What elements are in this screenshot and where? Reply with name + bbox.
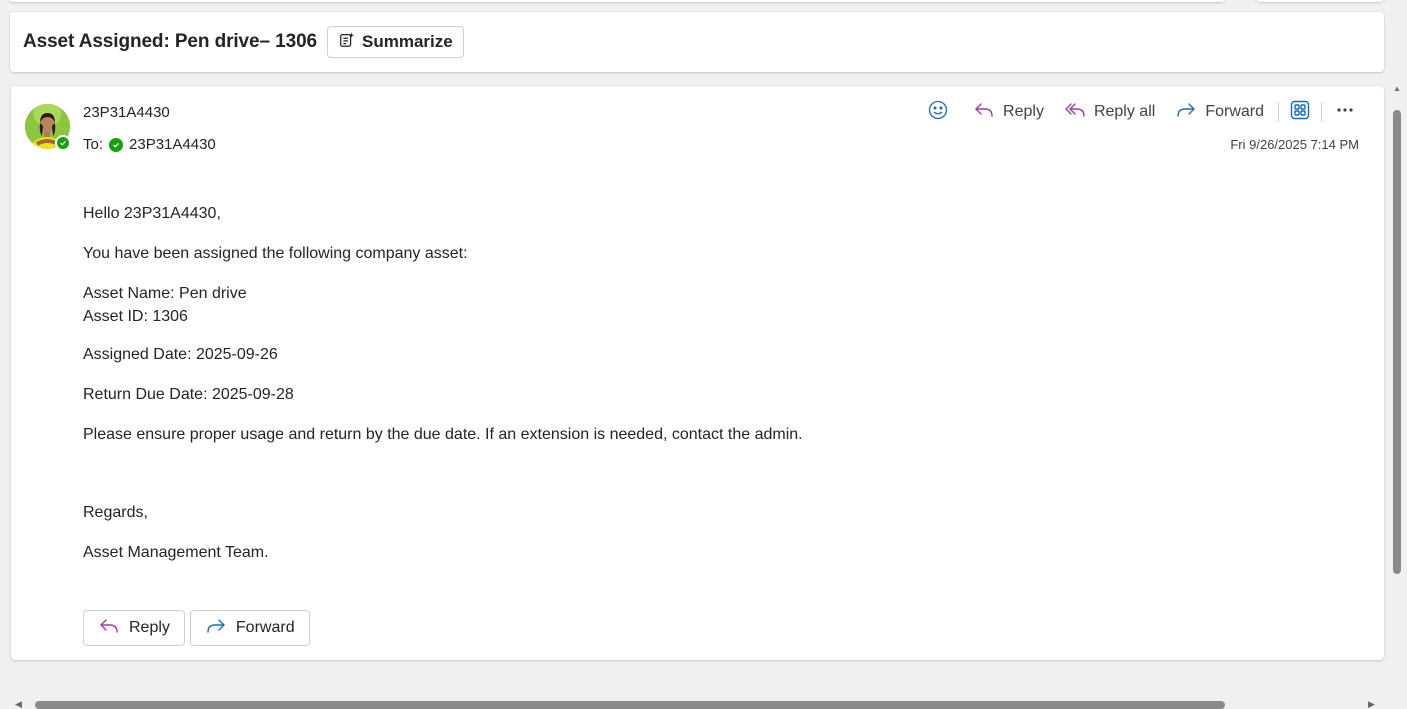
quick-reply-bar: Reply Forward: [83, 610, 310, 646]
toolbar-divider-2: [1321, 102, 1322, 122]
reply-all-label: Reply all: [1093, 103, 1156, 120]
body-signature: Asset Management Team.: [83, 544, 269, 561]
message-body: Hello 23P31A4430, You have been assigned…: [83, 202, 803, 581]
reply-all-icon: [1064, 99, 1086, 126]
subject-title: Asset Assigned: Pen drive– 1306: [23, 31, 317, 52]
reply-label: Reply: [1003, 103, 1044, 120]
body-intro: You have been assigned the following com…: [83, 245, 468, 262]
body-greeting: Hello 23P31A4430,: [83, 205, 221, 222]
bottom-forward-button[interactable]: Forward: [189, 610, 310, 646]
forward-icon: [205, 615, 227, 642]
to-label: To:: [83, 136, 104, 153]
apps-button[interactable]: [1285, 98, 1315, 126]
body-asset-details: Asset Name: Pen drive Asset ID: 1306: [83, 282, 803, 328]
forward-icon: [1175, 99, 1197, 126]
body-assigned-date: Assigned Date: 2025-09-26: [83, 346, 278, 363]
reply-all-button[interactable]: Reply all: [1056, 98, 1163, 126]
apps-icon: [1289, 99, 1311, 126]
reply-icon: [973, 99, 995, 126]
body-note: Please ensure proper usage and return by…: [83, 426, 803, 443]
subject-header: Asset Assigned: Pen drive– 1306 Summariz…: [10, 12, 1384, 72]
bottom-forward-label: Forward: [235, 619, 295, 636]
message-card: 23P31A4430 To: 23P31A4430 Reply Reply al…: [11, 86, 1384, 660]
vertical-scroll-thumb[interactable]: [1393, 110, 1401, 574]
bottom-reply-button[interactable]: Reply: [83, 610, 185, 646]
summarize-label: Summarize: [362, 32, 453, 51]
body-regards: Regards,: [83, 504, 148, 521]
body-asset-name: Asset Name: Pen drive: [83, 285, 247, 302]
recipient-check-icon: [109, 137, 124, 152]
summarize-icon: [338, 31, 356, 54]
forward-button[interactable]: Forward: [1167, 98, 1272, 126]
horizontal-scroll-thumb[interactable]: [35, 701, 1225, 709]
scroll-left-arrow-icon[interactable]: ◀: [15, 699, 22, 709]
toolbar-divider: [1278, 102, 1279, 122]
message-actions: Reply Reply all Forward: [919, 98, 1360, 126]
reply-button[interactable]: Reply: [965, 98, 1052, 126]
sender-name[interactable]: 23P31A4430: [83, 104, 170, 121]
emoji-icon: [927, 99, 949, 126]
emoji-reaction-button[interactable]: [919, 98, 957, 126]
body-asset-id: Asset ID: 1306: [83, 308, 188, 325]
more-icon: [1334, 99, 1356, 126]
presence-available-icon: [55, 135, 71, 151]
scroll-up-arrow-icon[interactable]: ▲: [1392, 84, 1402, 94]
recipient-line: To: 23P31A4430: [83, 136, 216, 153]
reply-icon: [98, 615, 120, 642]
recipient-name[interactable]: 23P31A4430: [129, 136, 216, 153]
bottom-reply-label: Reply: [129, 619, 170, 636]
body-return-due: Return Due Date: 2025-09-28: [83, 386, 294, 403]
email-reading-pane: Asset Assigned: Pen drive– 1306 Summariz…: [0, 0, 1407, 709]
previous-card-edge-right: [1256, 0, 1384, 2]
scroll-right-arrow-icon[interactable]: ▶: [1368, 699, 1375, 709]
forward-label: Forward: [1205, 103, 1264, 120]
previous-card-edge: [9, 0, 1225, 2]
summarize-button[interactable]: Summarize: [327, 26, 464, 58]
message-timestamp: Fri 9/26/2025 7:14 PM: [1230, 137, 1359, 152]
more-actions-button[interactable]: [1328, 98, 1360, 126]
